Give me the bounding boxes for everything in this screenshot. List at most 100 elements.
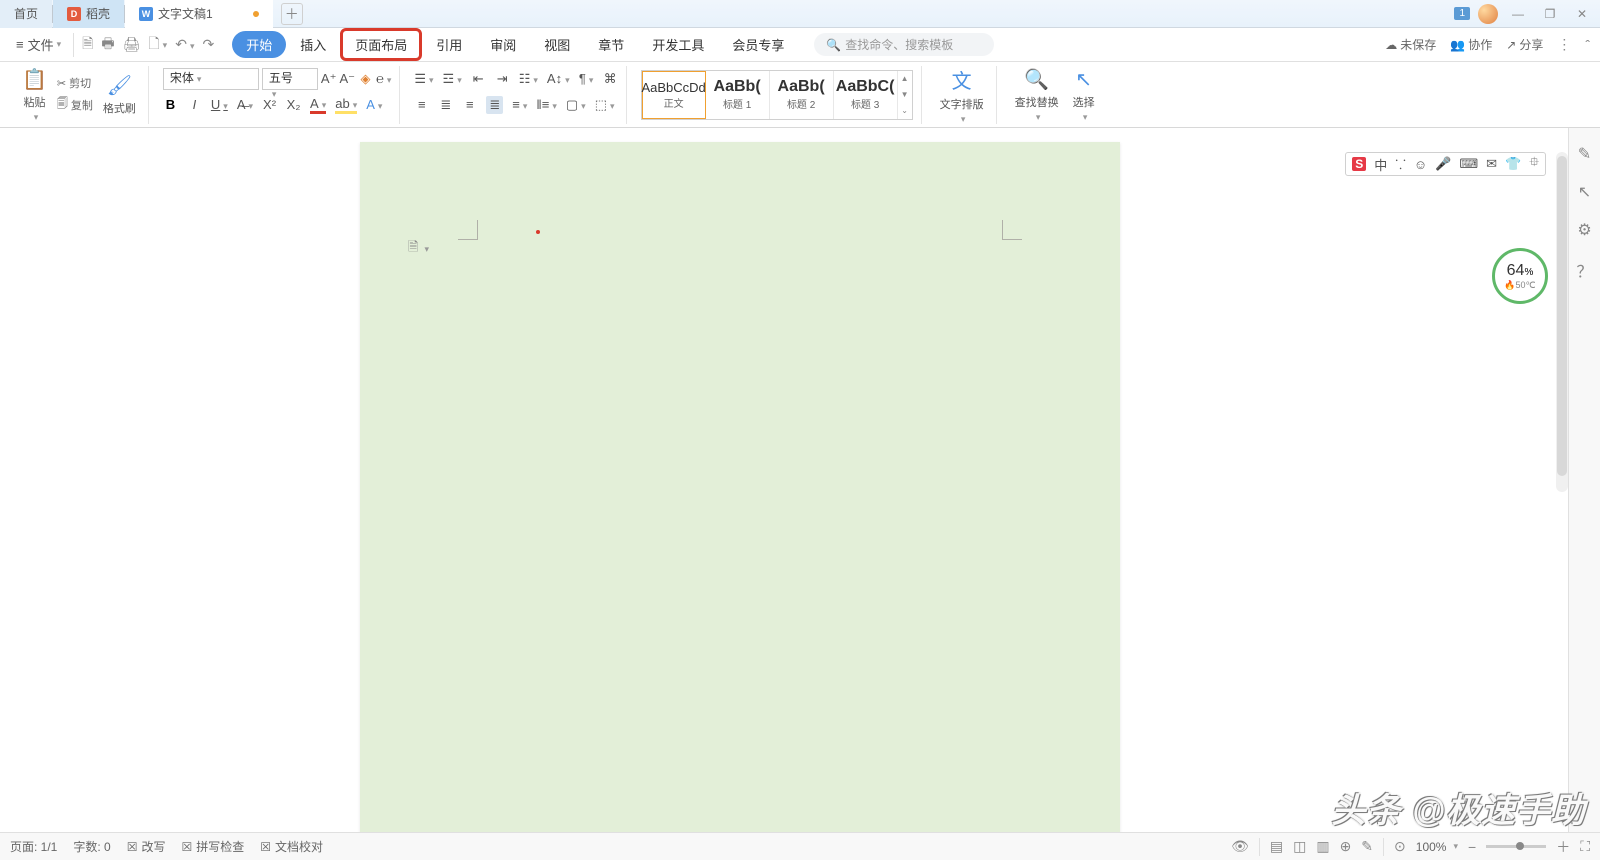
page-options-button[interactable]: 🗎 <box>408 238 429 260</box>
borders-button[interactable]: ⬚ <box>595 97 615 113</box>
eye-icon[interactable]: 👁 <box>1231 838 1249 855</box>
scrollbar-thumb[interactable] <box>1557 156 1567 476</box>
menu-tab-insert[interactable]: 插入 <box>286 30 340 59</box>
style-gallery-arrows[interactable]: ▲▼⌄ <box>898 71 912 119</box>
ime-toolbar[interactable]: S 中 ⸪ ☺ 🎤 ⌨ ✉ 👕 ⯐ <box>1345 152 1546 176</box>
menu-tab-start[interactable]: 开始 <box>232 31 286 58</box>
menu-tab-view[interactable]: 视图 <box>530 30 584 59</box>
highlight-button[interactable]: ab <box>335 96 357 114</box>
ime-emoji-icon[interactable]: ☺ <box>1414 157 1427 172</box>
italic-button[interactable]: I <box>187 97 202 112</box>
tab-home[interactable]: 首页 <box>0 0 52 28</box>
numbering-button[interactable]: ☲ <box>443 71 462 87</box>
paste-button[interactable]: 📋粘贴 <box>18 65 51 125</box>
grow-font-button[interactable]: A⁺ <box>321 71 337 87</box>
rewrite-button[interactable]: ☒改写 <box>127 838 166 855</box>
tab-document[interactable]: W 文字文稿1 <box>125 0 273 28</box>
clear-format-button[interactable]: ◈ <box>358 71 373 87</box>
text-effects-button[interactable]: A <box>366 97 382 112</box>
unsaved-status[interactable]: ☁未保存 <box>1385 36 1436 53</box>
increase-indent-button[interactable]: ⇥ <box>495 71 510 87</box>
zoom-level[interactable]: 100% <box>1416 840 1458 854</box>
add-tab-button[interactable]: ＋ <box>281 3 303 25</box>
underline-button[interactable]: U <box>211 97 228 112</box>
subscript-button[interactable]: X₂ <box>286 97 301 112</box>
align-left-button[interactable]: ≡ <box>414 97 429 112</box>
bold-button[interactable]: B <box>163 97 178 112</box>
menu-tab-page-layout[interactable]: 页面布局 <box>340 28 422 61</box>
page-indicator[interactable]: 页面: 1/1 <box>10 838 57 855</box>
ime-skin-icon[interactable]: 👕 <box>1505 156 1521 172</box>
line-spacing-button[interactable]: ‖≡ <box>536 97 557 112</box>
share-button[interactable]: ↗分享 <box>1506 36 1543 53</box>
style-heading1[interactable]: AaBb(标题 1 <box>706 71 770 119</box>
print-layout-icon[interactable]: ▤ <box>1270 838 1283 855</box>
proofread-button[interactable]: ☒文档校对 <box>260 838 323 855</box>
change-case-button[interactable]: ℮ <box>376 71 391 86</box>
format-painter-button[interactable]: 🖌格式刷 <box>99 71 140 118</box>
menu-tab-vip[interactable]: 会员专享 <box>718 30 798 59</box>
redo-icon[interactable]: ↷ <box>202 36 214 53</box>
collapse-ribbon-icon[interactable]: ˆ <box>1585 37 1590 53</box>
sort-button[interactable]: ☷ <box>519 71 538 87</box>
word-count[interactable]: 字数: 0 <box>73 838 110 855</box>
help-icon[interactable]: ？ <box>1576 258 1592 282</box>
maximize-button[interactable]: ❐ <box>1538 4 1562 24</box>
selection-icon[interactable]: ↖ <box>1578 182 1591 202</box>
notification-badge[interactable]: 1 <box>1454 7 1470 20</box>
ime-punct-icon[interactable]: ⸪ <box>1395 155 1406 173</box>
font-name-select[interactable]: 宋体 <box>163 68 259 90</box>
performance-badge[interactable]: 64% 🔥50℃ <box>1492 248 1548 304</box>
toggle-marks-button[interactable]: ¶ <box>579 71 594 86</box>
spellcheck-button[interactable]: ☒拼写检查 <box>181 838 244 855</box>
user-avatar[interactable] <box>1478 4 1498 24</box>
font-size-select[interactable]: 五号 <box>262 68 318 90</box>
menu-tab-review[interactable]: 审阅 <box>476 30 530 59</box>
export-icon[interactable]: 🗋 <box>148 33 167 57</box>
zoom-slider-icon[interactable]: ⊙ <box>1394 838 1406 855</box>
vertical-scrollbar[interactable] <box>1556 152 1568 492</box>
align-justify-button[interactable]: ≣ <box>486 96 503 114</box>
fullscreen-icon[interactable]: ⛶ <box>1580 838 1590 855</box>
style-normal[interactable]: AaBbCcDd正文 <box>642 71 706 119</box>
ime-keyboard-icon[interactable]: ⌨ <box>1459 156 1478 172</box>
copy-button[interactable]: 🗐复制 <box>57 95 93 114</box>
align-right-button[interactable]: ≡ <box>462 97 477 112</box>
collab-button[interactable]: 👥协作 <box>1450 36 1492 53</box>
print-icon[interactable]: 🖨 <box>123 36 141 53</box>
file-menu[interactable]: ≡文件 <box>10 32 67 57</box>
zoom-in-button[interactable]: ＋ <box>1556 837 1570 857</box>
menu-tab-references[interactable]: 引用 <box>422 30 476 59</box>
ime-voice-icon[interactable]: 🎤 <box>1435 156 1451 172</box>
outline-view-icon[interactable]: ◫ <box>1293 838 1306 855</box>
shrink-font-button[interactable]: A⁻ <box>339 71 355 87</box>
ime-tools-icon[interactable]: ⯐ <box>1529 153 1539 175</box>
select-button[interactable]: ↖选择 <box>1069 65 1099 125</box>
ime-lang[interactable]: 中 <box>1374 155 1387 174</box>
style-gallery[interactable]: AaBbCcDd正文 AaBb(标题 1 AaBb(标题 2 AaBbC(标题 … <box>641 70 913 120</box>
zoom-slider[interactable] <box>1486 845 1546 848</box>
minimize-button[interactable]: — <box>1506 4 1530 24</box>
annotation-icon[interactable]: ✎ <box>1361 838 1373 855</box>
bullets-button[interactable]: ☰ <box>414 71 433 87</box>
font-color-button[interactable]: A <box>310 96 326 114</box>
tab-docer[interactable]: D 稻壳 <box>53 0 124 28</box>
reading-view-icon[interactable]: ▥ <box>1316 838 1329 855</box>
text-direction-button[interactable]: A↕ <box>547 71 570 86</box>
find-replace-button[interactable]: 🔍查找替换 <box>1011 65 1063 125</box>
web-layout-icon[interactable]: ⊕ <box>1340 838 1352 855</box>
page[interactable]: 🗎 <box>360 142 1120 832</box>
settings-icon[interactable]: ⚙ <box>1577 220 1591 240</box>
distribute-button[interactable]: ≡ <box>512 97 527 112</box>
menu-tab-developer[interactable]: 开发工具 <box>638 30 718 59</box>
ime-message-icon[interactable]: ✉ <box>1486 156 1497 172</box>
close-button[interactable]: ✕ <box>1570 4 1594 24</box>
undo-icon[interactable]: ↶ <box>175 36 194 53</box>
print-preview-icon[interactable]: 🖶 <box>101 33 114 57</box>
style-heading3[interactable]: AaBbC(标题 3 <box>834 71 898 119</box>
pencil-icon[interactable]: ✎ <box>1578 144 1591 164</box>
align-center-button[interactable]: ≣ <box>438 97 453 113</box>
cut-button[interactable]: ✂剪切 <box>57 75 93 91</box>
strikethrough-button[interactable]: A̶ <box>237 97 253 112</box>
more-menu-icon[interactable]: ⋮ <box>1557 36 1571 53</box>
